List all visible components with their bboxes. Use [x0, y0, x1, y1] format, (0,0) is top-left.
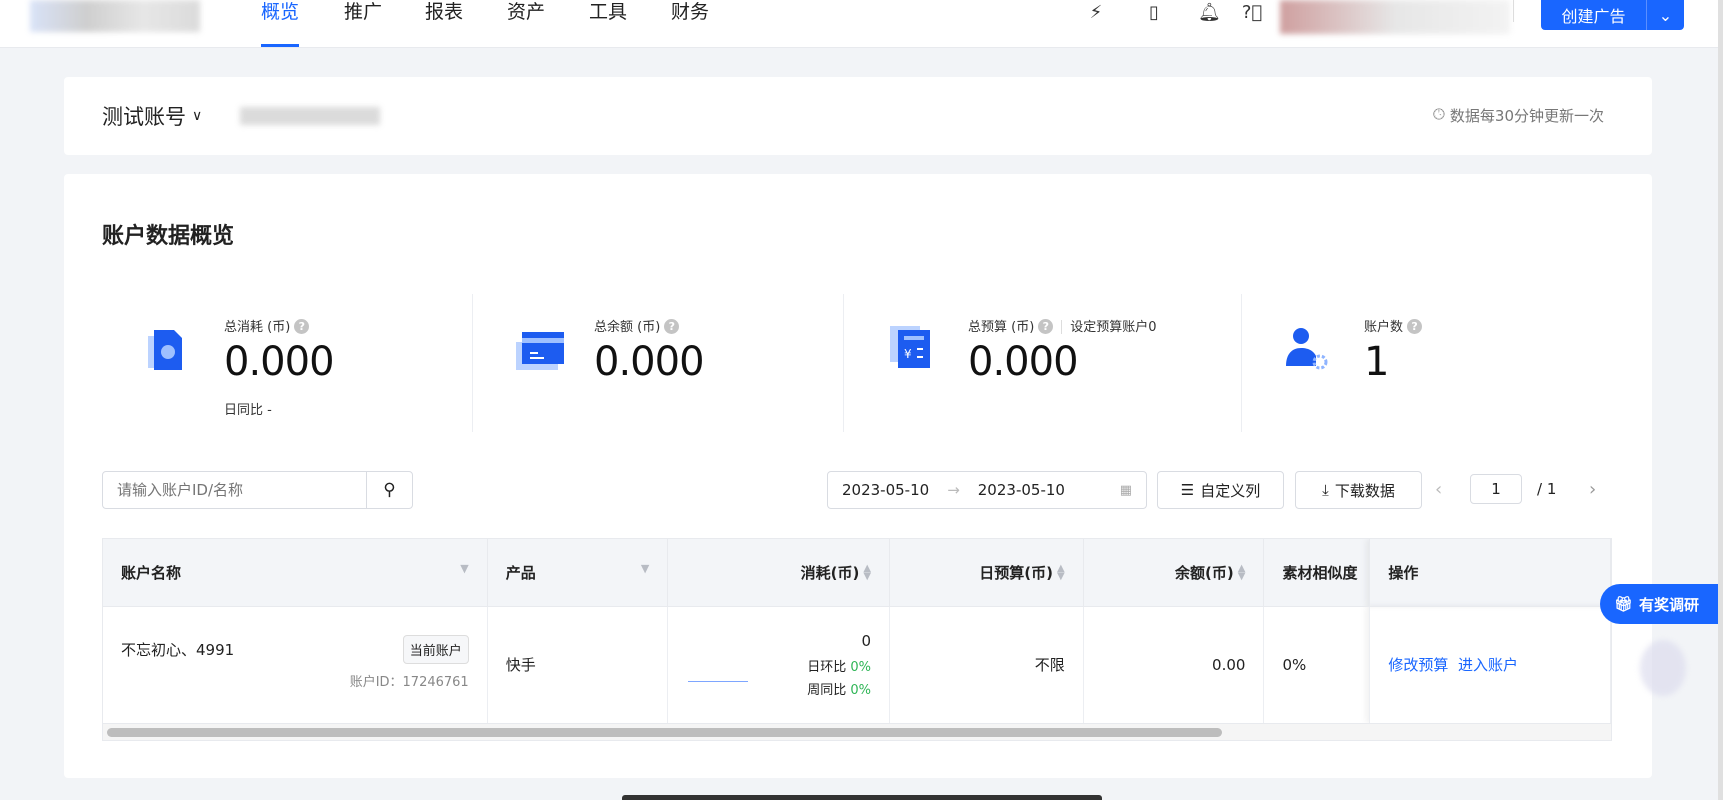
col-account-name[interactable]: 账户名称 ▼	[103, 539, 488, 606]
gift-icon: 🎁︎	[1614, 595, 1634, 613]
col-actions: 操作	[1369, 539, 1611, 606]
floating-assistant[interactable]	[1640, 640, 1686, 696]
vertical-scrollbar[interactable]	[1718, 0, 1723, 800]
stat-label: 账户数	[1364, 320, 1404, 335]
nav-promotion[interactable]: 推广	[344, 0, 382, 48]
filter-icon[interactable]: ▼	[641, 562, 649, 575]
account-id-masked	[240, 107, 380, 125]
create-ad-label: 创建广告	[1561, 7, 1626, 26]
bell-icon[interactable]: 🔔︎	[1198, 2, 1221, 24]
accounts-table: 账户名称 ▼ 产品 ▼ 消耗(币) ▲ ▼ 日预算(币) ▲ ▼ 余额(币) ▲ ▼ 素材相似度…	[102, 538, 1612, 741]
search-button[interactable]: ⚲	[366, 472, 412, 508]
stat-value: 0.000	[224, 339, 335, 385]
dod-value: 0%	[850, 659, 872, 675]
help-icon[interactable]: ?	[294, 319, 310, 334]
nav-overview[interactable]: 概览	[261, 0, 300, 48]
nav-reports[interactable]: 报表	[425, 0, 463, 48]
account-id: 账户ID：17246761	[349, 674, 469, 690]
wow-value: 0%	[850, 682, 872, 698]
date-end: 2023-05-10	[977, 481, 1065, 499]
account-header: 测试账号 ∨ 🕓︎ 数据每30分钟更新一次	[64, 77, 1652, 155]
account-name: 测试账号	[102, 105, 186, 129]
stat-sub: 日同比 -	[224, 403, 272, 418]
date-start: 2023-05-10	[842, 481, 930, 499]
sort-icon: ▲ ▼	[1057, 563, 1065, 583]
budget-accounts-link[interactable]: 设定预算账户0	[1070, 320, 1156, 335]
help-icon[interactable]: ?⃝	[1241, 2, 1263, 24]
stat-value: 1	[1364, 339, 1389, 385]
prev-page-icon[interactable]: ‹	[1435, 479, 1442, 500]
clock-icon: 🕓︎	[1433, 105, 1445, 123]
balance: 0.00	[1083, 605, 1265, 724]
edit-budget-link[interactable]: 修改预算	[1388, 656, 1448, 674]
user-settings-icon	[1286, 328, 1328, 370]
col-cost[interactable]: 消耗(币) ▲ ▼	[667, 539, 891, 606]
next-page-icon[interactable]: ›	[1589, 479, 1596, 500]
card-icon	[516, 332, 564, 370]
document-chart-icon	[148, 330, 182, 370]
download-label: 下载数据	[1334, 481, 1395, 500]
sort-icon: ▲ ▼	[863, 563, 872, 583]
calendar-icon: ▦	[1119, 482, 1132, 498]
logo	[30, 0, 200, 32]
account-switcher[interactable]: 测试账号 ∨	[102, 101, 202, 131]
filter-icon[interactable]: ▼	[460, 562, 468, 575]
create-ad-button[interactable]: 创建广告 ⌄	[1541, 0, 1684, 30]
overview-card: 账户数据概览 总消耗 (币)? 0.000 日同比 - 总余额 (币)? 0.0…	[64, 174, 1652, 778]
nav-assets[interactable]: 资产	[507, 0, 545, 48]
total-pages: / 1	[1537, 480, 1557, 498]
enter-account-link[interactable]: 进入账户	[1458, 656, 1518, 674]
sort-icon: ▲ ▼	[1237, 563, 1246, 583]
cost-value: 0	[861, 631, 872, 650]
stat-label: 总消耗 (币)	[224, 320, 291, 335]
col-balance[interactable]: 余额(币) ▲ ▼	[1083, 539, 1265, 606]
table-row: 不忘初心、4991 当前账户 账户ID：17246761 快手 0 日环比 0%…	[103, 605, 1611, 724]
col-daily-budget[interactable]: 日预算(币) ▲ ▼	[889, 539, 1084, 606]
daily-budget: 不限	[889, 605, 1084, 724]
download-icon: ⤓	[1322, 481, 1329, 499]
col-similarity: 素材相似度	[1263, 539, 1371, 606]
top-nav: 概览 推广 报表 资产 工具 财务 ⚡ ▯ 🔔︎ ?⃝ 创建广告 ⌄	[0, 0, 1723, 48]
col-product[interactable]: 产品 ▼	[487, 539, 669, 606]
svg-text:¥: ¥	[904, 347, 912, 361]
current-account-badge: 当前账户	[402, 634, 469, 664]
stat-label: 总余额 (币)	[594, 320, 661, 335]
search-icon: ⚲	[383, 480, 396, 500]
date-range-picker[interactable]: 2023-05-10 → 2023-05-10 ▦	[827, 471, 1147, 509]
wow-label: 周同比	[807, 682, 847, 698]
similarity: 0%	[1263, 605, 1371, 724]
user-avatar[interactable]	[1280, 0, 1510, 34]
trend-sparkline	[688, 680, 749, 682]
product: 快手	[487, 605, 669, 724]
help-icon[interactable]: ?	[664, 319, 680, 334]
stat-value: 0.000	[968, 339, 1079, 385]
overview-title: 账户数据概览	[102, 224, 235, 249]
arrow-right-icon: →	[947, 481, 960, 499]
mobile-icon[interactable]: ▯	[1143, 2, 1165, 24]
survey-button[interactable]: 🎁︎ 有奖调研	[1600, 584, 1723, 624]
search-box: ⚲	[102, 471, 413, 509]
stat-label: 总预算 (币)	[968, 320, 1035, 335]
dod-label: 日环比	[807, 659, 847, 675]
update-note: 数据每30分钟更新一次	[1449, 107, 1604, 125]
custom-columns-button[interactable]: ☰ 自定义列	[1157, 471, 1284, 509]
sliders-icon: ☰	[1180, 481, 1195, 499]
custom-columns-label: 自定义列	[1200, 481, 1261, 500]
survey-label: 有奖调研	[1639, 595, 1700, 614]
account-name: 不忘初心、4991	[121, 640, 235, 659]
help-icon[interactable]: ?	[1038, 319, 1054, 334]
stat-value: 0.000	[594, 339, 705, 385]
download-button[interactable]: ⤓ 下载数据	[1295, 471, 1422, 509]
budget-receipt-icon: ¥	[890, 326, 930, 368]
lightning-icon[interactable]: ⚡	[1085, 2, 1107, 24]
help-icon[interactable]: ?	[1407, 319, 1423, 334]
horizontal-scrollbar[interactable]	[103, 723, 1611, 740]
nav-finance[interactable]: 财务	[671, 0, 709, 48]
chevron-down-icon: ∨	[192, 108, 203, 124]
page-input[interactable]: 1	[1470, 474, 1522, 504]
nav-tools[interactable]: 工具	[589, 0, 627, 48]
search-input[interactable]	[103, 472, 366, 508]
create-ad-dropdown[interactable]: ⌄	[1646, 0, 1684, 30]
